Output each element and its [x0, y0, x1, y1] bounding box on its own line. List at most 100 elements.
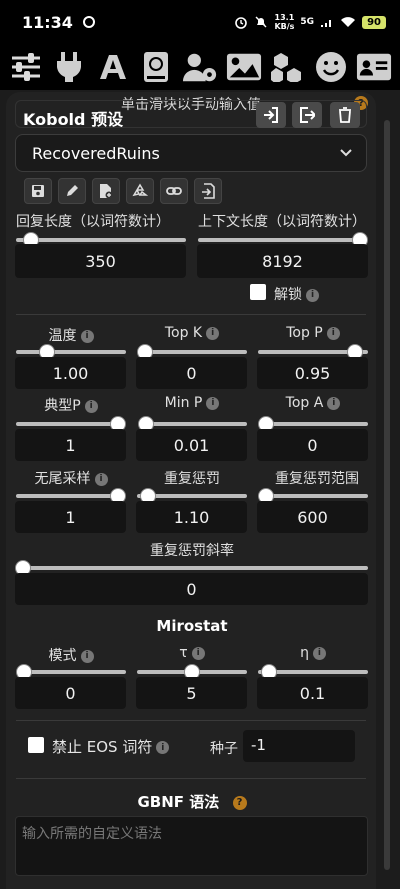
- info-icon[interactable]: i: [206, 326, 220, 340]
- response-length-label: 回复长度（以词符数计）: [16, 214, 170, 230]
- temperature-input[interactable]: 1.00: [15, 357, 126, 389]
- settings-drawer: 单击滑块以手动输入值 ? Kobold 预设 RecoveredRuins 回复…: [6, 92, 376, 889]
- status-icons: 13.1 KB/s 5G 90: [234, 13, 386, 31]
- top-k-input[interactable]: 0: [136, 357, 247, 389]
- smiley-icon[interactable]: [313, 49, 349, 85]
- typical-p-input[interactable]: 1: [15, 429, 126, 461]
- export-icon: [300, 107, 315, 123]
- info-icon[interactable]: i: [326, 326, 340, 340]
- temperature-label: 温度 i: [16, 325, 126, 345]
- link-icon: [166, 187, 182, 195]
- rep-pen-label: 重复惩罚: [164, 471, 220, 487]
- top-a-input[interactable]: 0: [257, 429, 368, 461]
- top-k-label: Top Ki: [137, 325, 247, 341]
- info-icon[interactable]: i: [191, 646, 205, 660]
- cubes-icon[interactable]: [269, 49, 305, 85]
- import-preset-button[interactable]: [256, 102, 286, 128]
- info-icon[interactable]: i: [80, 329, 94, 343]
- import-file-button[interactable]: [194, 178, 222, 204]
- preset-title: Kobold 预设: [23, 110, 124, 129]
- seed-label: 种子: [210, 741, 238, 757]
- unlock-checkbox[interactable]: [250, 284, 266, 300]
- info-icon[interactable]: i: [327, 396, 341, 410]
- import-icon: [264, 107, 278, 123]
- divider: [16, 314, 366, 315]
- gbnf-heading: GBNF 语法 ?: [16, 791, 368, 812]
- response-length-input[interactable]: 350: [15, 244, 186, 278]
- network-type: 5G: [300, 17, 315, 27]
- mute-icon: [255, 16, 267, 28]
- plug-icon[interactable]: [51, 49, 87, 85]
- status-bar: 11:34 13.1 KB/s 5G 90: [0, 0, 400, 44]
- top-p-label: Top Pi: [258, 325, 368, 341]
- help-icon[interactable]: ?: [232, 795, 247, 810]
- mirostat-tau-input[interactable]: 5: [136, 677, 247, 709]
- id-card-icon[interactable]: [356, 49, 392, 85]
- info-icon[interactable]: i: [312, 646, 326, 660]
- recycle-icon: [132, 183, 148, 197]
- mirostat-heading: Mirostat: [156, 617, 228, 635]
- top-p-input[interactable]: 0.95: [257, 357, 368, 389]
- rep-pen-input[interactable]: 1.10: [136, 501, 247, 533]
- rep-pen-slope-label: 重复惩罚斜率: [150, 543, 234, 559]
- divider: [16, 720, 366, 721]
- chevron-down-icon: [340, 149, 352, 157]
- save-button[interactable]: [24, 178, 52, 204]
- tail-free-input[interactable]: 1: [15, 501, 126, 533]
- divider: [16, 778, 366, 779]
- mirostat-eta-input[interactable]: 0.1: [257, 677, 368, 709]
- rep-pen-slope-input[interactable]: 0: [15, 573, 368, 605]
- font-icon[interactable]: [95, 49, 131, 85]
- typical-p-label: 典型P i: [16, 395, 126, 415]
- restore-defaults-button[interactable]: [126, 178, 154, 204]
- min-p-label: Min Pi: [137, 395, 247, 411]
- scrollbar[interactable]: [384, 120, 390, 870]
- top-a-label: Top Ai: [258, 395, 368, 411]
- tail-free-label: 无尾采样 i: [16, 468, 126, 488]
- book-icon[interactable]: [138, 49, 174, 85]
- info-icon[interactable]: i: [80, 649, 94, 663]
- floppy-icon: [32, 185, 44, 197]
- mirostat-mode-label: 模式 i: [16, 645, 126, 665]
- image-icon[interactable]: [226, 49, 262, 85]
- unlock-label: 解锁 i: [274, 284, 319, 304]
- clock: 11:34: [22, 12, 73, 32]
- seed-input[interactable]: -1: [243, 730, 355, 762]
- info-icon[interactable]: i: [84, 399, 98, 413]
- preset-select[interactable]: RecoveredRuins: [15, 134, 367, 172]
- info-icon[interactable]: i: [306, 288, 319, 302]
- context-length-input[interactable]: 8192: [197, 244, 368, 278]
- sliders-icon[interactable]: [8, 49, 44, 85]
- trash-icon: [339, 107, 351, 123]
- preset-selected: RecoveredRuins: [32, 143, 160, 163]
- wifi-icon: [341, 17, 356, 27]
- gbnf-textarea[interactable]: 输入所需的自定义语法: [15, 816, 368, 876]
- info-icon[interactable]: i: [206, 396, 220, 410]
- export-preset-button[interactable]: [292, 102, 322, 128]
- top-icon-bar: [0, 44, 400, 90]
- delete-preset-button[interactable]: [330, 102, 360, 128]
- signal-icon: [321, 20, 332, 27]
- ban-eos-label: 禁止 EOS 词符 i: [52, 736, 170, 757]
- rename-button[interactable]: [58, 178, 86, 204]
- file-import-icon: [202, 183, 215, 199]
- mirostat-tau-label: τi: [137, 645, 247, 661]
- context-length-label: 上下文长度（以词符数计）: [198, 214, 366, 230]
- alarm-icon: [235, 17, 248, 29]
- user-gear-icon[interactable]: [182, 49, 218, 85]
- file-plus-icon: [100, 184, 113, 199]
- rep-pen-range-input[interactable]: 600: [257, 501, 368, 533]
- link-button[interactable]: [160, 178, 188, 204]
- min-p-input[interactable]: 0.01: [136, 429, 247, 461]
- network-speed: 13.1 KB/s: [274, 13, 295, 31]
- mirostat-mode-input[interactable]: 0: [15, 677, 126, 709]
- info-icon[interactable]: i: [156, 741, 170, 754]
- pencil-icon: [67, 185, 78, 196]
- battery-indicator: 90: [362, 15, 386, 29]
- rep-pen-range-label: 重复惩罚范围: [275, 471, 359, 487]
- mirostat-eta-label: ηi: [258, 645, 368, 661]
- notification-icon: [82, 16, 95, 28]
- new-preset-button[interactable]: [92, 178, 120, 204]
- info-icon[interactable]: i: [94, 472, 108, 486]
- ban-eos-checkbox[interactable]: [28, 737, 44, 753]
